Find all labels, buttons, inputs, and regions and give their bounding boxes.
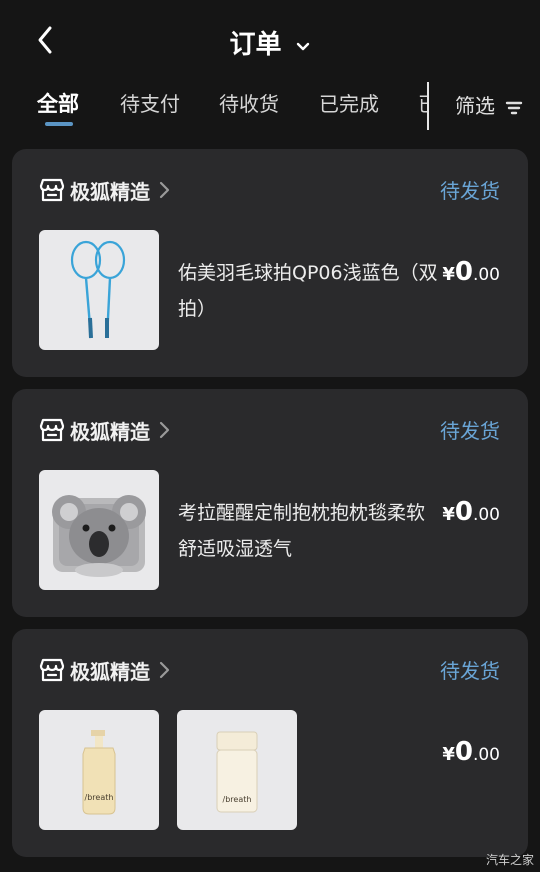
- badminton-racket-image: [70, 240, 126, 339]
- price-decimal: .00: [472, 505, 500, 525]
- order-price: ¥0.00: [442, 737, 500, 767]
- koala-pillow-image: [52, 495, 146, 577]
- shop-link[interactable]: 极狐精造: [38, 415, 170, 445]
- product-image[interactable]: /breath: [39, 710, 159, 830]
- order-card[interactable]: 极狐精造 待发货 考拉醒醒定制抱枕抱枕毯柔软舒适吸湿透气 ¥0.00: [12, 389, 528, 617]
- price-integer: 0: [454, 257, 473, 287]
- order-status: 待发货: [440, 659, 500, 683]
- top-bar: 订单: [0, 0, 540, 80]
- store-icon: [39, 178, 65, 202]
- tab-pending-receipt[interactable]: 待收货: [219, 88, 279, 117]
- product-label: /breath: [223, 795, 252, 804]
- order-card[interactable]: 极狐精造 待发货 /breath /breath ¥0.00: [12, 629, 528, 857]
- watermark: 汽车之家: [485, 853, 534, 867]
- price-currency: ¥: [442, 744, 455, 765]
- price-decimal: .00: [472, 745, 500, 765]
- page-title-dropdown[interactable]: 订单: [0, 24, 540, 61]
- price-decimal: .00: [472, 265, 500, 285]
- chevron-right-icon: [159, 661, 170, 679]
- order-status: 待发货: [440, 419, 500, 443]
- chevron-right-icon: [159, 421, 170, 439]
- store-icon: [39, 658, 65, 682]
- price-currency: ¥: [442, 504, 455, 525]
- filter-button[interactable]: 筛选: [455, 90, 523, 119]
- product-name: 考拉醒醒定制抱枕抱枕毯柔软舒适吸湿透气: [178, 502, 426, 560]
- order-status: 待发货: [440, 179, 500, 203]
- cream-bottle-image: /breath: [216, 731, 258, 813]
- price-integer: 0: [454, 497, 473, 527]
- shop-name: 极狐精造: [70, 179, 150, 204]
- tab-pending-payment[interactable]: 待支付: [120, 88, 180, 117]
- product-image[interactable]: [39, 230, 159, 350]
- order-price: ¥0.00: [442, 497, 500, 527]
- page-title: 订单: [229, 30, 282, 60]
- filter-icon: [506, 101, 523, 114]
- shop-name: 极狐精造: [70, 659, 150, 684]
- tab-all[interactable]: 全部: [37, 88, 79, 118]
- store-icon: [39, 418, 65, 442]
- chevron-down-icon: [296, 42, 309, 50]
- chevron-right-icon: [159, 181, 170, 199]
- tabs-scroll[interactable]: 全部 待支付 待收货 已完成 已: [0, 82, 428, 128]
- order-tabs: 全部 待支付 待收货 已完成 已 筛选: [0, 82, 540, 130]
- order-price: ¥0.00: [442, 257, 500, 287]
- filter-label: 筛选: [455, 94, 495, 118]
- tab-completed[interactable]: 已完成: [319, 88, 379, 117]
- order-card[interactable]: 极狐精造 待发货 佑美羽毛球拍QP06浅蓝色（双拍） ¥0.00: [12, 149, 528, 377]
- pump-bottle-image: /breath: [82, 730, 116, 815]
- price-currency: ¥: [442, 264, 455, 285]
- price-integer: 0: [454, 737, 473, 767]
- product-label: /breath: [85, 793, 114, 802]
- shop-link[interactable]: 极狐精造: [38, 175, 170, 205]
- tabs-divider: [427, 82, 429, 130]
- shop-link[interactable]: 极狐精造: [38, 655, 170, 685]
- active-tab-indicator: [45, 122, 73, 126]
- product-image[interactable]: [39, 470, 159, 590]
- shop-name: 极狐精造: [70, 419, 150, 444]
- product-name: 佑美羽毛球拍QP06浅蓝色（双拍）: [178, 262, 438, 320]
- product-image[interactable]: /breath: [177, 710, 297, 830]
